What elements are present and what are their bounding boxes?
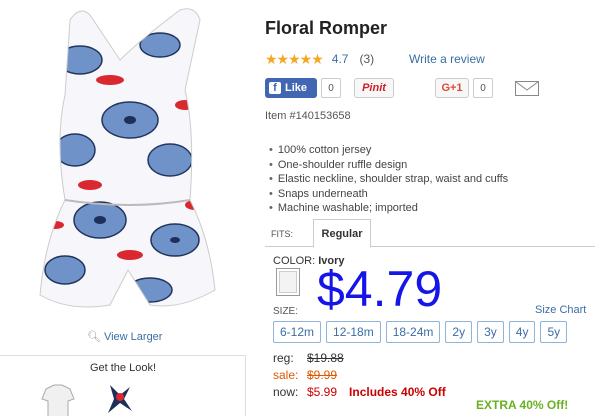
email-icon[interactable] bbox=[515, 81, 539, 96]
product-title: Floral Romper bbox=[265, 18, 388, 38]
now-price: $5.99 bbox=[307, 385, 338, 399]
size-option[interactable]: 4y bbox=[508, 321, 536, 343]
product-image-panel: 🔍︎ View Larger Get the Look! bbox=[0, 0, 252, 416]
product-image[interactable] bbox=[10, 0, 240, 320]
color-label: COLOR: bbox=[273, 255, 316, 267]
promo-text: Includes 40% Off bbox=[349, 385, 446, 399]
size-label: SIZE: bbox=[273, 306, 299, 317]
look-thumbnail-toy[interactable] bbox=[100, 381, 140, 416]
size-option[interactable]: 5y bbox=[540, 321, 568, 343]
get-the-look-panel: Get the Look! bbox=[0, 355, 246, 416]
regular-price: $19.88 bbox=[307, 351, 344, 365]
color-swatch-ivory[interactable] bbox=[276, 268, 300, 296]
feature-list: 100% cotton jersey One-shoulder ruffle d… bbox=[269, 143, 508, 216]
feature-item: Machine washable; imported bbox=[269, 201, 508, 216]
rating-value: 4.7 bbox=[331, 52, 349, 66]
facebook-like-label: Like bbox=[285, 82, 308, 94]
overlay-price: $4.79 bbox=[317, 261, 443, 317]
size-options: 6-12m 12-18m 18-24m 2y 3y 4y 5y bbox=[273, 321, 568, 343]
size-option[interactable]: 6-12m bbox=[273, 321, 322, 343]
regular-price-row: reg: $19.88 bbox=[273, 350, 446, 367]
sale-price-label: sale: bbox=[273, 368, 299, 382]
fits-label: FITS: bbox=[271, 229, 293, 239]
star-rating-icon[interactable]: ★★★★★ bbox=[265, 51, 324, 68]
facebook-icon: f bbox=[269, 82, 281, 94]
size-chart-link[interactable]: Size Chart bbox=[535, 304, 586, 316]
look-thumbnail-shirt[interactable] bbox=[38, 381, 78, 416]
size-option[interactable]: 18-24m bbox=[385, 321, 441, 343]
pinterest-button[interactable]: Pinit bbox=[354, 78, 394, 98]
product-details: Floral Romper ★★★★★ 4.7 (3) Write a revi… bbox=[265, 0, 595, 416]
get-the-look-title: Get the Look! bbox=[89, 362, 157, 374]
view-larger-link[interactable]: 🔍︎ View Larger bbox=[87, 330, 163, 344]
swatch-fill bbox=[279, 271, 297, 293]
fits-tabs: FITS: Regular bbox=[265, 217, 595, 248]
item-number: Item #140153658 bbox=[265, 110, 351, 122]
now-price-label: now: bbox=[273, 385, 299, 399]
write-review-link[interactable]: Write a review bbox=[409, 52, 485, 66]
feature-item: One-shoulder ruffle design bbox=[269, 158, 508, 173]
sale-price: $9.99 bbox=[307, 368, 338, 382]
google-plus-count: 0 bbox=[473, 78, 493, 98]
feature-item: Snaps underneath bbox=[269, 187, 508, 202]
google-plus-button[interactable]: G+1 bbox=[435, 78, 469, 98]
extra-discount-badge: EXTRA 40% Off! bbox=[476, 398, 569, 412]
regular-price-label: reg: bbox=[273, 351, 294, 365]
view-larger-label: View Larger bbox=[103, 330, 163, 343]
facebook-like-button[interactable]: f Like bbox=[265, 78, 317, 98]
facebook-like-count: 0 bbox=[321, 78, 341, 98]
rating-row: ★★★★★ 4.7 (3) bbox=[265, 51, 374, 67]
feature-item: 100% cotton jersey bbox=[269, 143, 508, 158]
feature-item: Elastic neckline, shoulder strap, waist … bbox=[269, 172, 508, 187]
tab-regular[interactable]: Regular bbox=[313, 219, 371, 248]
size-option[interactable]: 2y bbox=[445, 321, 473, 343]
magnifier-icon: 🔍︎ bbox=[87, 331, 101, 343]
size-option[interactable]: 3y bbox=[477, 321, 504, 343]
size-option[interactable]: 12-18m bbox=[326, 321, 381, 343]
now-price-row: now: $5.99 Includes 40% Off bbox=[273, 384, 446, 401]
sale-price-row: sale: $9.99 bbox=[273, 367, 446, 384]
review-count[interactable]: (3) bbox=[359, 52, 374, 66]
price-block: reg: $19.88 sale: $9.99 now: $5.99 Inclu… bbox=[273, 350, 446, 401]
